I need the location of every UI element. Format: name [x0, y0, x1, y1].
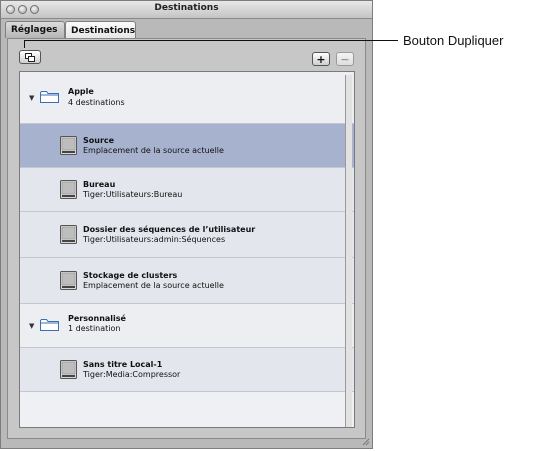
destinations-panel: + − ▼ Apple 4 destinations Source Emplac…: [7, 38, 366, 439]
hard-drive-icon: [60, 225, 77, 244]
callout-label: Bouton Dupliquer: [403, 33, 504, 48]
destination-title: Dossier des séquences de l’utilisateur: [83, 225, 256, 234]
disclosure-triangle-icon[interactable]: ▼: [29, 322, 34, 330]
duplicate-icon: [25, 52, 35, 62]
group-row-personnalise[interactable]: ▼ Personnalisé 1 destination: [20, 304, 354, 348]
resize-grip-icon[interactable]: [362, 438, 370, 446]
hard-drive-icon: [60, 136, 77, 155]
destination-path: Tiger:Utilisateurs:admin:Séquences: [83, 235, 226, 244]
group-subtitle: 1 destination: [68, 324, 121, 333]
duplicate-button[interactable]: [19, 50, 41, 64]
folder-icon: [40, 91, 59, 103]
destination-title: Source: [83, 136, 115, 145]
destination-path: Tiger:Utilisateurs:Bureau: [83, 190, 183, 199]
group-row-apple[interactable]: ▼ Apple 4 destinations: [20, 72, 354, 124]
add-destination-button[interactable]: +: [312, 52, 330, 66]
destination-row-bureau[interactable]: Bureau Tiger:Utilisateurs:Bureau: [20, 168, 354, 212]
destination-row-sequences[interactable]: Dossier des séquences de l’utilisateur T…: [20, 212, 354, 258]
group-subtitle: 4 destinations: [68, 98, 125, 107]
group-title: Personnalisé: [68, 314, 126, 323]
hard-drive-icon: [60, 271, 77, 290]
destination-row-sans-titre[interactable]: Sans titre Local-1 Tiger:Media:Compresso…: [20, 348, 354, 392]
vertical-scrollbar[interactable]: [345, 75, 352, 427]
group-title: Apple: [68, 87, 94, 96]
destination-title: Bureau: [83, 180, 116, 189]
hard-drive-icon: [60, 180, 77, 199]
folder-icon: [40, 319, 59, 331]
remove-destination-button[interactable]: −: [336, 52, 354, 66]
tab-destinations[interactable]: Destinations: [65, 21, 136, 39]
disclosure-triangle-icon[interactable]: ▼: [29, 94, 34, 102]
destination-path: Tiger:Media:Compressor: [83, 370, 181, 379]
destination-title: Sans titre Local-1: [83, 360, 163, 369]
callout-tick: [24, 40, 25, 48]
destination-row-clusters[interactable]: Stockage de clusters Emplacement de la s…: [20, 258, 354, 304]
destination-title: Stockage de clusters: [83, 271, 178, 280]
window-title: Destinations: [154, 3, 219, 13]
callout-line: [24, 40, 398, 41]
destination-path: Emplacement de la source actuelle: [83, 146, 224, 155]
hard-drive-icon: [60, 360, 77, 379]
title-bar: Destinations: [1, 1, 372, 19]
tab-reglages[interactable]: Réglages: [5, 21, 65, 38]
destinations-list: ▼ Apple 4 destinations Source Emplacemen…: [19, 71, 355, 428]
destination-path: Emplacement de la source actuelle: [83, 281, 224, 290]
destinations-window: Destinations Réglages Destinations + − ▼…: [0, 0, 373, 449]
destination-row-source[interactable]: Source Emplacement de la source actuelle: [20, 124, 354, 168]
